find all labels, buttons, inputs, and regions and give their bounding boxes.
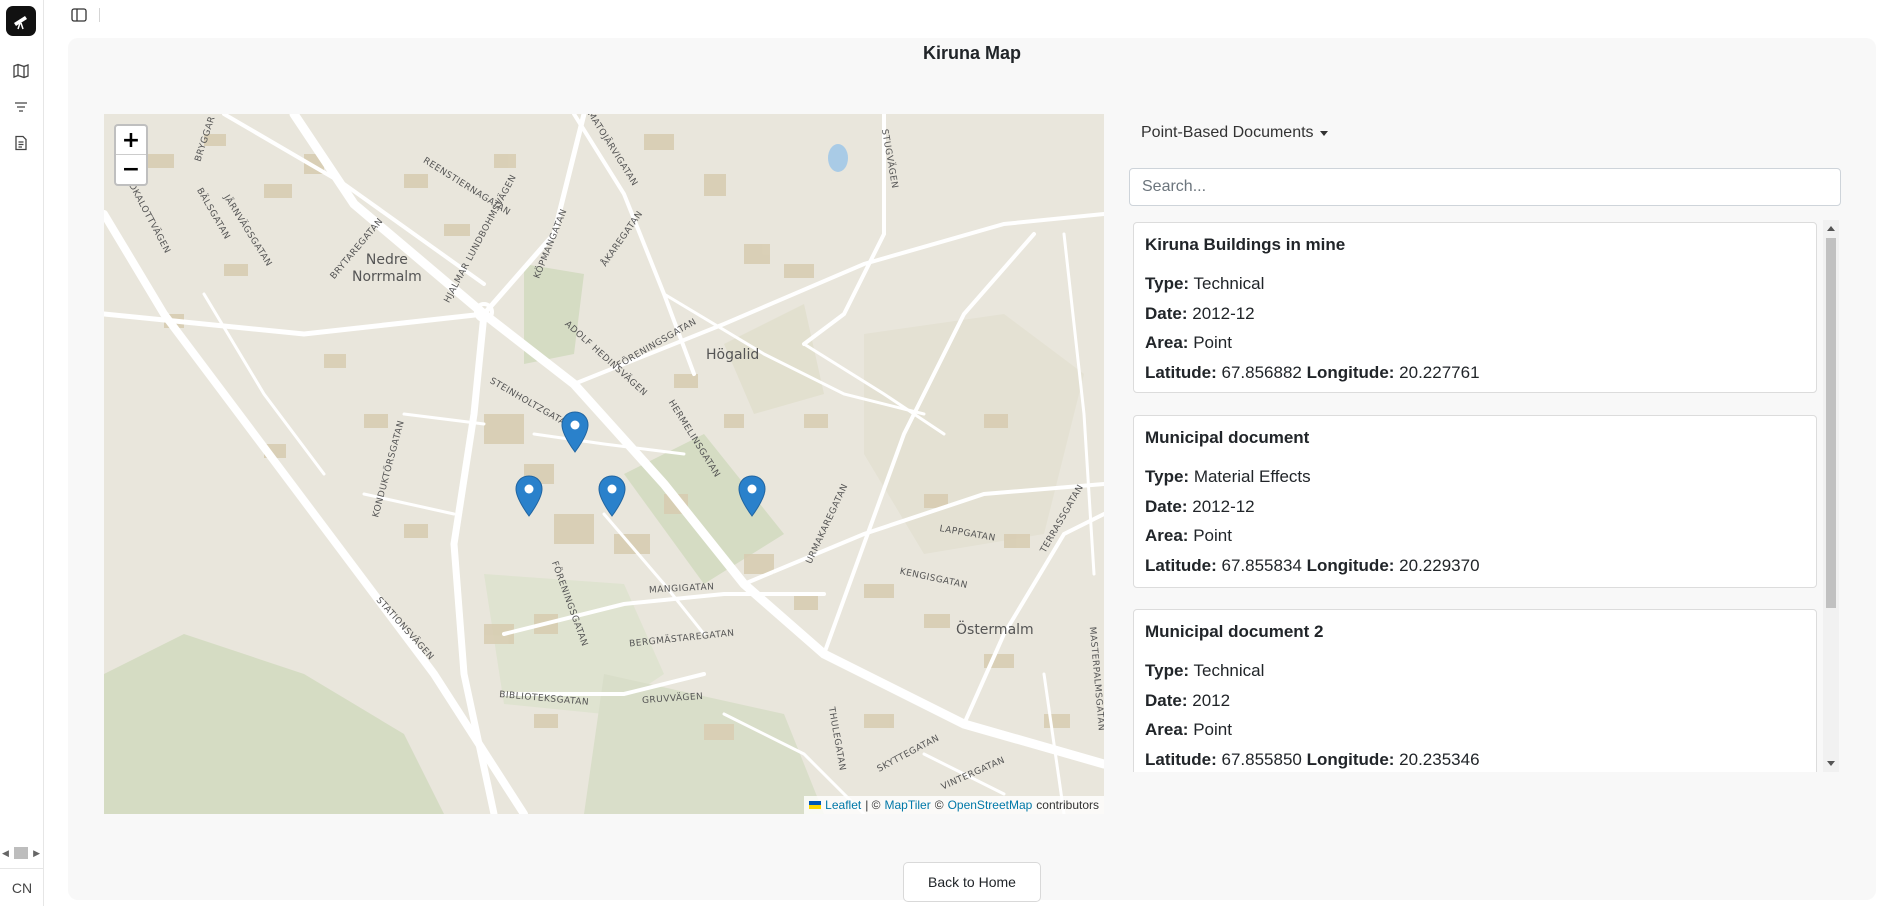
area-label: Area: [1145,526,1189,545]
date-label: Date: [1145,690,1188,710]
scroll-left-icon[interactable]: ◀ [2,848,9,859]
document-coords-row: Latitude: 67.856882 Longitude: 20.227761 [1145,358,1805,388]
openstreetmap-link[interactable]: OpenStreetMap [948,798,1033,812]
document-card[interactable]: Municipal document 2 Type: Technical Dat… [1133,609,1817,772]
area-label: Area: [1145,333,1189,352]
area-value: Point [1193,526,1232,545]
document-area-row: Area: Point [1145,328,1805,358]
list-icon[interactable] [10,96,32,118]
document-list: Kiruna Buildings in mine Type: Technical… [1129,220,1841,772]
document-coords-row: Latitude: 67.855834 Longitude: 20.229370 [1145,551,1805,581]
longitude-value: 20.235346 [1399,749,1480,769]
document-type-row: Type: Technical [1145,269,1805,299]
latitude-label: Latitude: [1145,749,1217,769]
longitude-value: 20.227761 [1399,362,1480,382]
scroll-down-icon[interactable] [1827,761,1835,766]
divider [99,8,100,22]
document-card[interactable]: Municipal document Type: Material Effect… [1133,415,1817,588]
scroll-right-icon[interactable]: ▶ [33,848,40,859]
map-marker-icon[interactable] [515,475,543,517]
type-value: Material Effects [1193,467,1311,486]
scroll-thumb[interactable] [14,847,28,859]
type-label: Type: [1145,467,1190,486]
date-label: Date: [1145,303,1188,323]
place-label-nedre-norrmalm: Nedre Norrmalm [352,252,422,285]
area-value: Point [1193,333,1232,352]
scroll-thumb[interactable] [1826,238,1836,608]
latitude-value: 67.855850 [1221,749,1302,769]
document-area-row: Area: Point [1145,715,1805,745]
document-title: Kiruna Buildings in mine [1145,235,1346,254]
document-filter-dropdown[interactable]: Point-Based Documents [1141,124,1328,142]
date-label: Date: [1145,496,1188,516]
area-value: Point [1193,720,1232,739]
scroll-up-icon[interactable] [1827,226,1835,231]
place-label-ostermalm: Östermalm [956,622,1034,638]
date-value: 2012 [1192,690,1231,710]
date-value: 2012-12 [1192,303,1255,323]
zoom-in-button[interactable]: + [116,126,146,155]
latitude-label: Latitude: [1145,362,1217,382]
longitude-value: 20.229370 [1399,555,1480,575]
document-title: Municipal document 2 [1145,622,1324,641]
search-input[interactable] [1129,168,1841,206]
latitude-value: 67.855834 [1221,555,1302,575]
document-coords-row: Latitude: 67.855850 Longitude: 20.235346 [1145,745,1805,773]
longitude-label: Longitude: [1306,362,1395,382]
dropdown-label: Point-Based Documents [1141,124,1314,141]
sidebar-rail: ◀ ▶ CN [0,0,44,906]
attribution-contributors: contributors [1036,798,1099,812]
area-label: Area: [1145,720,1189,739]
document-type-row: Type: Material Effects [1145,462,1805,492]
document-date-row: Date: 2012-12 [1145,299,1805,329]
document-date-row: Date: 2012 [1145,686,1805,716]
latitude-label: Latitude: [1145,555,1217,575]
document-card[interactable]: Kiruna Buildings in mine Type: Technical… [1133,222,1817,393]
list-scrollbar[interactable] [1823,220,1839,772]
language-toggle[interactable]: CN [0,868,44,906]
map-marker-icon[interactable] [561,411,589,453]
document-area-row: Area: Point [1145,521,1805,551]
back-to-home-button[interactable]: Back to Home [903,862,1041,902]
type-label: Type: [1145,661,1190,680]
map-marker-icon[interactable] [598,475,626,517]
map-container[interactable]: BRYGGAR NORDKALOTTVÄGEN BÄLSGATAN JÄRNVÄ… [104,114,1104,814]
place-label-hogalid: Högalid [706,347,760,363]
map-icon[interactable] [10,60,32,82]
longitude-label: Longitude: [1306,749,1395,769]
document-type-row: Type: Technical [1145,656,1805,686]
type-value: Technical [1193,661,1265,680]
longitude-label: Longitude: [1306,555,1395,575]
type-label: Type: [1145,274,1190,293]
maptiler-link[interactable]: MapTiler [885,798,931,812]
date-value: 2012-12 [1192,496,1255,516]
type-value: Technical [1193,274,1265,293]
map-tiles [104,114,1104,814]
page-title: Kiruna Map [922,43,1021,63]
attribution-separator: | © [865,798,881,812]
zoom-out-button[interactable]: − [116,155,146,184]
sidebar-toggle-icon[interactable] [68,4,90,26]
attribution-separator: © [934,798,944,812]
document-title: Municipal document [1145,428,1310,447]
map-attribution: Leaflet | © MapTiler © OpenStreetMap con… [804,796,1104,814]
caret-down-icon [1319,130,1328,136]
zoom-control: + − [114,124,148,186]
ukraine-flag-icon [809,801,822,809]
document-icon[interactable] [10,132,32,154]
map-marker-icon[interactable] [738,475,766,517]
leaflet-link[interactable]: Leaflet [825,798,861,812]
latitude-value: 67.856882 [1221,362,1302,382]
telescope-logo-icon[interactable] [6,6,36,36]
document-date-row: Date: 2012-12 [1145,492,1805,522]
rail-scrollbar[interactable]: ◀ ▶ [2,846,40,860]
